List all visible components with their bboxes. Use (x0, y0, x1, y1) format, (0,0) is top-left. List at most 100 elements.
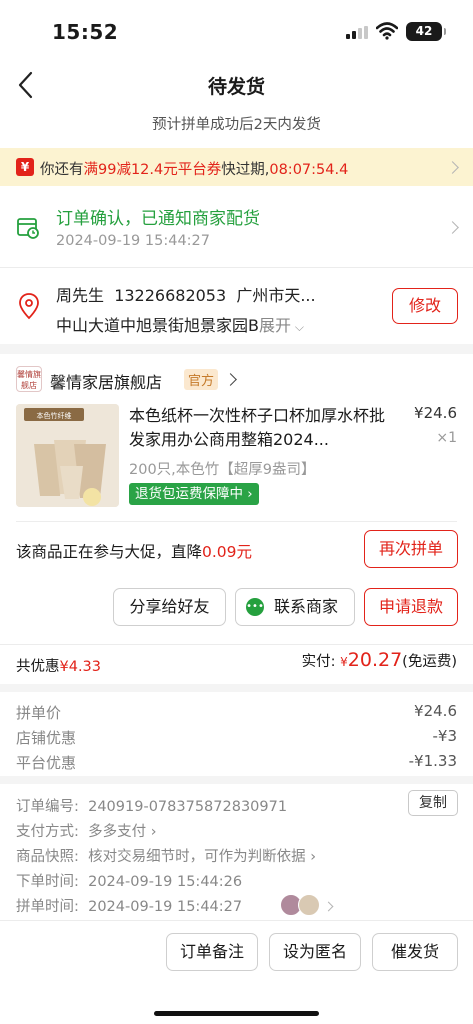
chat-bubble-icon: ••• (246, 598, 264, 616)
product-image-label: 本色竹纤维 (37, 411, 72, 420)
product-price: ¥24.6 (414, 404, 457, 422)
order-note-button[interactable]: 订单备注 (166, 933, 258, 971)
status-time: 15:52 (52, 20, 119, 44)
coupon-countdown: 08:07:54.4 (269, 162, 349, 178)
discount-label: 共优惠 (16, 659, 60, 675)
address-detail-line: 中山大道中旭景街旭景家园B展开 ⌵ (56, 312, 304, 336)
order-status-row[interactable]: 订单确认，已通知商家配货 2024-09-19 15:44:27 (0, 186, 473, 268)
coupon-prefix: 你还有 (40, 162, 84, 178)
discount-amount: ¥4.33 (59, 659, 102, 675)
order-time-row: 下单时间: 2024-09-19 15:44:26 (16, 870, 242, 891)
avatar (298, 894, 320, 916)
shop-logo: 馨情旗舰店 (16, 366, 42, 392)
set-anonymous-button[interactable]: 设为匿名 (269, 933, 361, 971)
product-title[interactable]: 本色纸杯一次性杯子口杯加厚水杯批发家用办公商用整箱2024... (129, 404, 399, 452)
recipient-line: 周先生 13226682053 广州市天... (56, 282, 316, 306)
chevron-right-icon (224, 373, 237, 386)
detail-row: 店铺优惠 -¥3 (16, 727, 457, 748)
recipient-phone: 13226682053 (114, 286, 227, 305)
promo-text: 该商品正在参与大促，直降0.09元 (16, 540, 252, 562)
contact-seller-label: 联系商家 (273, 597, 338, 616)
shop-logo-text: 馨情旗舰店 (17, 370, 41, 390)
chevron-right-icon (446, 221, 459, 234)
actual-label: 实付: (301, 654, 336, 670)
shop-name[interactable]: 馨情家居旗舰店 (50, 369, 162, 393)
wifi-icon (376, 22, 398, 40)
payment-label: 支付方式: (16, 824, 79, 840)
detail-label: 平台优惠 (16, 754, 77, 772)
copy-order-number-button[interactable]: 复制 (408, 790, 458, 816)
order-status-title: 订单确认，已通知商家配货 (56, 209, 260, 229)
detail-value: ¥24.6 (414, 702, 457, 720)
return-shipping-guarantee[interactable]: 退货包运费保障中 › (129, 483, 259, 505)
regroup-button[interactable]: 再次拼单 (364, 530, 458, 568)
shipping-note: (免运费) (402, 654, 457, 670)
snapshot-text: 核对交易细节时，可作为判断依据 (88, 849, 306, 865)
official-badge: 官方 (184, 369, 219, 390)
group-time: 2024-09-19 15:44:27 (88, 899, 243, 915)
group-member-avatars[interactable] (280, 894, 326, 918)
order-number-row: 订单编号: 240919-078375872830971 (16, 795, 287, 816)
status-bar: 15:52 42 (0, 0, 473, 60)
share-button[interactable]: 分享给好友 (113, 588, 226, 626)
address-detail: 中山大道中旭景街旭景家园B (56, 316, 259, 335)
actual-payment: 实付: ¥20.27(免运费) (302, 649, 457, 671)
totals-row: 共优惠¥4.33 实付: ¥20.27(免运费) (0, 644, 473, 684)
price-details: 拼单价 ¥24.6 店铺优惠 -¥3 平台优惠 -¥1.33 (0, 684, 473, 776)
chevron-right-icon: › (150, 824, 157, 840)
product-image[interactable]: 本色竹纤维 (16, 404, 119, 507)
detail-label: 店铺优惠 (16, 729, 77, 747)
order-number: 240919-078375872830971 (88, 799, 288, 815)
coupon-text: 你还有满99减12.4元平台券快过期,08:07:54.4 (40, 158, 348, 179)
coupon-highlight: 满99减12.4元平台券 (83, 162, 222, 178)
modify-address-button[interactable]: 修改 (392, 288, 458, 324)
home-indicator (154, 1011, 319, 1016)
refund-button[interactable]: 申请退款 (364, 588, 458, 626)
divider (16, 521, 457, 522)
currency-symbol: ¥ (340, 655, 348, 669)
recipient-name: 周先生 (56, 286, 105, 305)
product-quantity: ×1 (436, 430, 457, 446)
detail-label: 拼单价 (16, 704, 62, 722)
total-discount: 共优惠¥4.33 (16, 655, 101, 676)
recipient-city: 广州市天... (236, 286, 316, 305)
signal-icon (346, 26, 368, 39)
detail-value: -¥3 (432, 727, 458, 745)
paper-cups-image: 本色竹纤维 (16, 404, 119, 507)
actual-amount: 20.27 (347, 649, 403, 671)
yuan-coupon-icon: ¥ (16, 158, 34, 176)
snapshot-label: 商品快照: (16, 849, 79, 865)
guarantee-label: 退货包运费保障中 (135, 486, 243, 502)
order-time: 2024-09-19 15:44:26 (88, 874, 243, 890)
contact-seller-button[interactable]: ••• 联系商家 (235, 588, 355, 626)
chevron-right-icon (446, 161, 459, 174)
location-pin-icon (19, 293, 39, 320)
product-spec: 200只,本色竹【超厚9盎司】 (129, 462, 316, 478)
order-info: 订单编号: 240919-078375872830971 复制 支付方式: 多多… (0, 776, 473, 920)
urge-shipping-button[interactable]: 催发货 (372, 933, 458, 971)
payment-method-row[interactable]: 支付方式: 多多支付 › (16, 820, 157, 841)
page-title: 待发货 (207, 76, 265, 98)
battery-icon: 42 (406, 22, 446, 41)
chevron-right-icon: › (247, 486, 253, 502)
promo-prefix: 该商品正在参与大促，直降 (16, 543, 203, 561)
order-time-label: 下单时间: (16, 874, 79, 890)
chevron-right-icon: › (310, 849, 317, 865)
order-status-time: 2024-09-19 15:44:27 (56, 233, 210, 249)
product-card: 馨情旗舰店 馨情家居旗舰店 官方 本色竹纤维 本色纸杯一次性杯子口杯加厚水杯批发… (0, 354, 473, 644)
page-subtitle: 预计拼单成功后2天内发货 (152, 117, 321, 133)
chevron-down-icon: ⌵ (291, 320, 304, 334)
detail-row: 拼单价 ¥24.6 (16, 702, 457, 723)
coupon-banner[interactable]: ¥ 你还有满99减12.4元平台券快过期,08:07:54.4 (0, 148, 473, 186)
order-confirm-icon (17, 218, 39, 239)
bottom-action-bar: 订单备注 设为匿名 催发货 (0, 920, 473, 1024)
shipping-address[interactable]: 周先生 13226682053 广州市天... 中山大道中旭景街旭景家园B展开 … (0, 268, 473, 344)
detail-row: 平台优惠 -¥1.33 (16, 752, 457, 773)
group-time-row: 拼单时间: 2024-09-19 15:44:27 (16, 895, 242, 916)
header: 待发货 预计拼单成功后2天内发货 (0, 60, 473, 148)
group-time-label: 拼单时间: (16, 899, 79, 915)
address-expand-link[interactable]: 展开 (259, 316, 291, 335)
promo-amount: 0.09元 (202, 543, 253, 561)
order-number-label: 订单编号: (16, 799, 79, 815)
snapshot-row[interactable]: 商品快照: 核对交易细节时，可作为判断依据 › (16, 845, 316, 866)
